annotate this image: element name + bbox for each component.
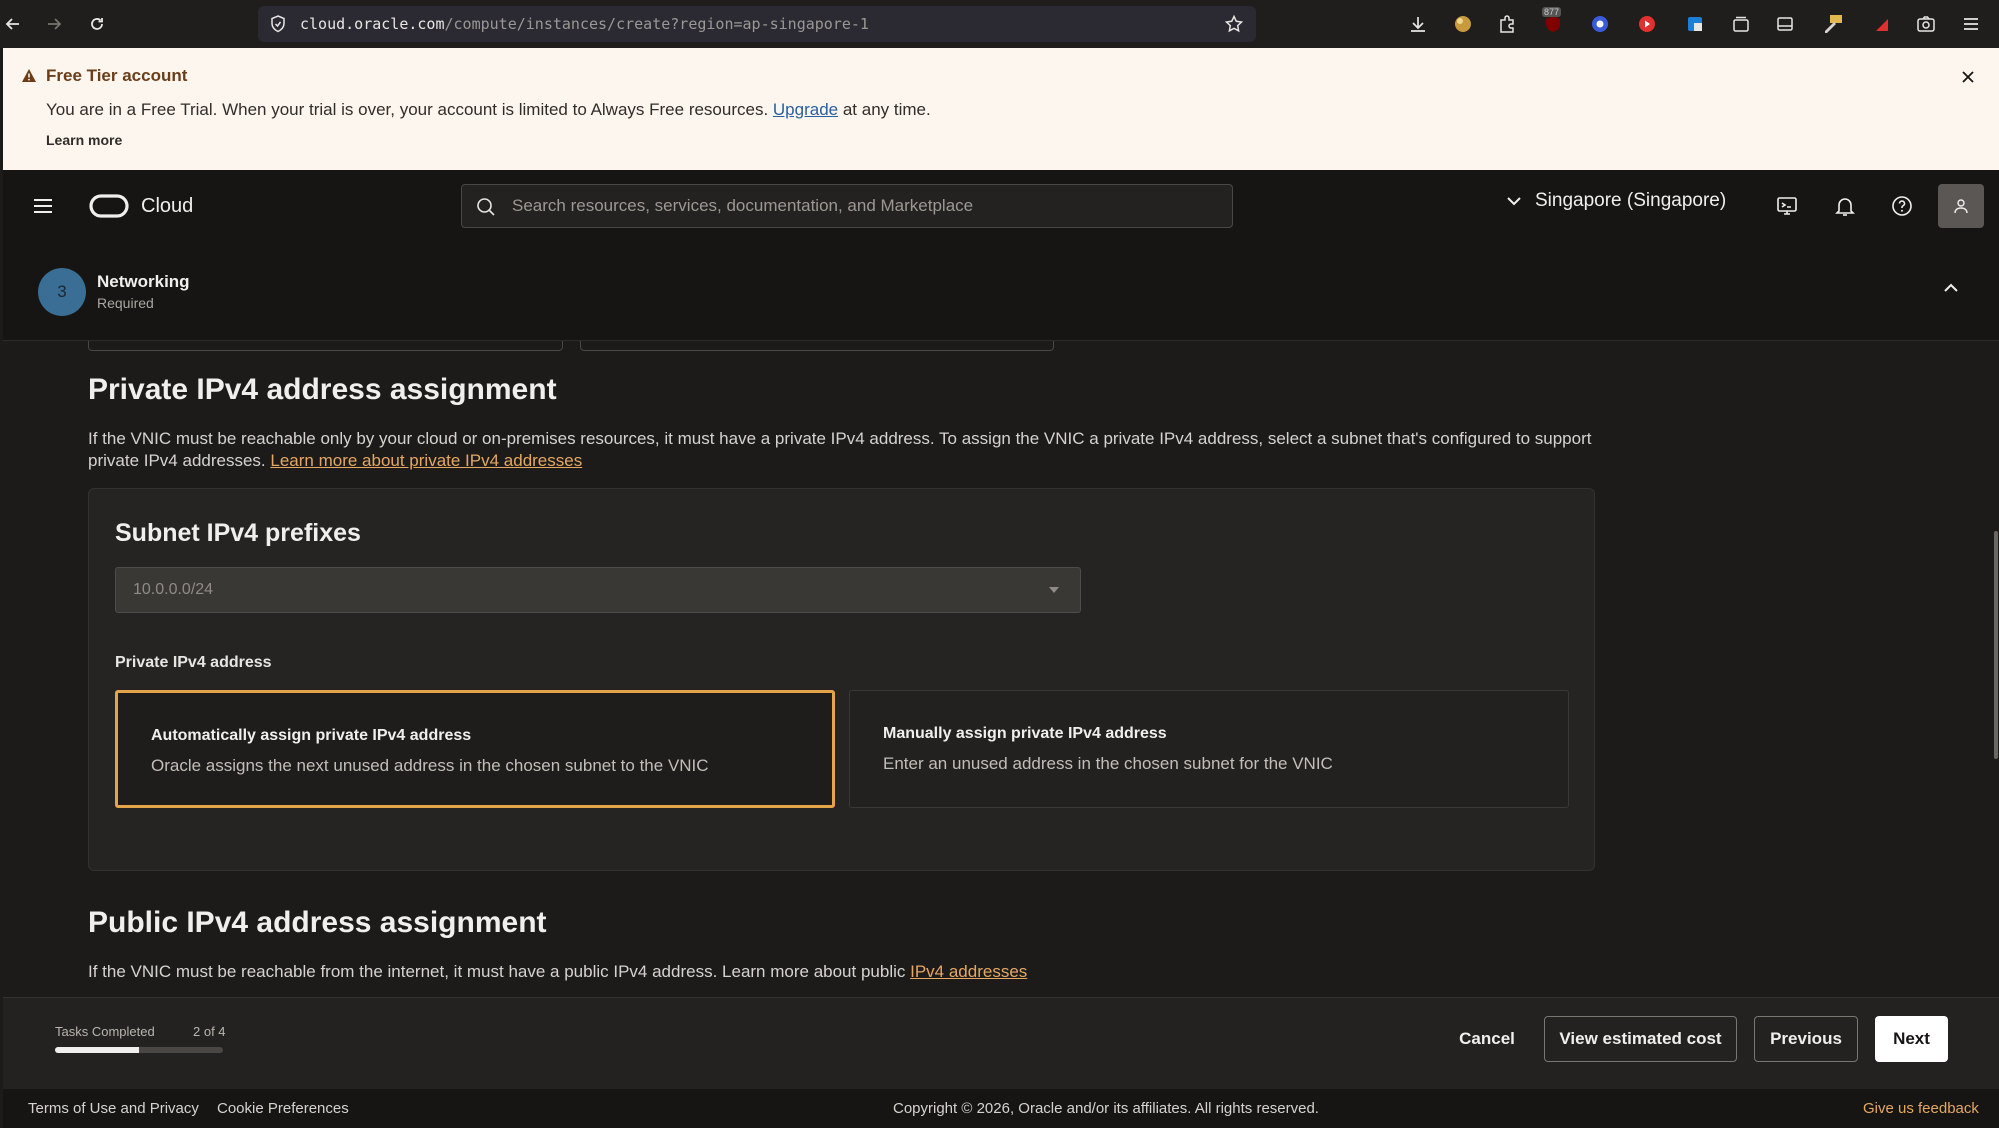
search-input[interactable] xyxy=(510,185,1210,227)
banner-title: Free Tier account xyxy=(46,66,188,85)
banner-message-suffix: at any time. xyxy=(838,100,931,119)
extension-red-flag-icon[interactable] xyxy=(1869,11,1895,37)
public-ipv4-description: If the VNIC must be reachable from the i… xyxy=(88,961,1608,983)
subnet-prefix-value: 10.0.0.0/24 xyxy=(133,581,214,598)
oracle-logo-icon xyxy=(89,194,129,218)
youtube-extension-icon[interactable] xyxy=(1634,11,1660,37)
extension-pen-icon[interactable] xyxy=(1820,11,1846,37)
upgrade-link[interactable]: Upgrade xyxy=(773,100,838,119)
brand-name: Cloud xyxy=(141,194,194,217)
ublock-icon[interactable]: 877 xyxy=(1540,7,1566,37)
previous-field-edge xyxy=(88,341,563,351)
previous-field-edge xyxy=(580,341,1054,351)
banner-learn-more-link[interactable]: Learn more xyxy=(46,132,122,148)
cancel-button[interactable]: Cancel xyxy=(1437,1016,1537,1062)
bookmark-star-icon[interactable] xyxy=(1224,14,1244,34)
private-ipv4-address-label: Private IPv4 address xyxy=(115,654,272,671)
wizard-footer: Tasks Completed 2 of 4 Cancel View estim… xyxy=(3,997,1999,1089)
option-title: Automatically assign private IPv4 addres… xyxy=(151,727,472,744)
browser-menu-icon[interactable] xyxy=(1958,11,1984,37)
region-name: Singapore (Singapore) xyxy=(1535,190,1727,211)
hamburger-menu-icon[interactable] xyxy=(31,194,55,218)
ipv4-addresses-link[interactable]: IPv4 addresses xyxy=(910,962,1027,981)
console-header: Cloud Singapore (Singapore) xyxy=(3,170,1999,242)
page-footer: Terms of Use and Privacy Cookie Preferen… xyxy=(3,1089,1999,1128)
extension-badge: 877 xyxy=(1542,7,1562,17)
subnet-prefix-select[interactable]: 10.0.0.0/24 xyxy=(115,567,1081,613)
chevron-down-icon xyxy=(1507,197,1521,206)
notifications-bell-icon[interactable] xyxy=(1831,192,1859,220)
help-icon[interactable] xyxy=(1888,192,1916,220)
search-bar[interactable] xyxy=(461,184,1233,228)
warning-icon xyxy=(21,68,37,83)
option-title: Manually assign private IPv4 address xyxy=(883,725,1167,742)
tasks-progress-fill xyxy=(55,1047,139,1053)
sidebar-icon[interactable] xyxy=(1772,11,1798,37)
back-icon[interactable] xyxy=(0,11,26,37)
main-content: Private IPv4 address assignment If the V… xyxy=(0,341,1999,997)
option-description: Enter an unused address in the chosen su… xyxy=(883,754,1333,773)
screenshot-icon[interactable] xyxy=(1913,11,1939,37)
private-ipv4-heading: Private IPv4 address assignment xyxy=(88,373,557,406)
previous-button[interactable]: Previous xyxy=(1754,1016,1858,1062)
banner-message-text: You are in a Free Trial. When your trial… xyxy=(46,100,773,119)
search-icon xyxy=(476,197,496,217)
networking-step-header[interactable]: 3 Networking Required xyxy=(3,242,1999,341)
container-tabs-icon[interactable] xyxy=(1728,11,1754,37)
tasks-completed-label: Tasks Completed xyxy=(55,1024,155,1039)
region-selector[interactable]: Singapore (Singapore) xyxy=(1505,190,1726,212)
copyright-text: Copyright © 2026, Oracle and/or its affi… xyxy=(893,1100,1319,1117)
subnet-prefixes-heading: Subnet IPv4 prefixes xyxy=(115,519,361,547)
site-info-icon[interactable] xyxy=(268,14,288,34)
terms-link[interactable]: Terms of Use and Privacy xyxy=(28,1100,199,1117)
url-text: cloud.oracle.com/compute/instances/creat… xyxy=(300,15,869,33)
view-estimated-cost-button[interactable]: View estimated cost xyxy=(1544,1016,1737,1062)
chevron-up-icon[interactable] xyxy=(1941,278,1961,298)
free-tier-banner: Free Tier account You are in a Free Tria… xyxy=(3,48,1999,170)
banner-message: You are in a Free Trial. When your trial… xyxy=(46,100,931,120)
option-description: Oracle assigns the next unused address i… xyxy=(151,756,709,775)
next-button[interactable]: Next xyxy=(1875,1016,1948,1062)
public-ipv4-heading: Public IPv4 address assignment xyxy=(88,906,547,939)
step-subtitle: Required xyxy=(97,295,154,311)
tasks-completed-count: 2 of 4 xyxy=(193,1024,226,1039)
subnet-panel: Subnet IPv4 prefixes 10.0.0.0/24 Private… xyxy=(88,488,1595,871)
forward-icon[interactable] xyxy=(41,11,67,37)
downloads-icon[interactable] xyxy=(1405,11,1431,37)
address-bar[interactable]: cloud.oracle.com/compute/instances/creat… xyxy=(258,6,1256,42)
tasks-progress-bar xyxy=(55,1047,223,1053)
extension-shield-icon[interactable] xyxy=(1682,11,1708,37)
step-title: Networking xyxy=(97,272,190,291)
extension-circle-icon[interactable] xyxy=(1587,11,1613,37)
step-number-badge: 3 xyxy=(38,268,86,316)
close-icon[interactable] xyxy=(1955,64,1981,90)
dropdown-caret-icon xyxy=(1048,586,1060,594)
feedback-link[interactable]: Give us feedback xyxy=(1863,1100,1979,1117)
profile-avatar[interactable] xyxy=(1938,184,1984,228)
cloud-shell-icon[interactable] xyxy=(1773,192,1801,220)
extension-ball-icon[interactable] xyxy=(1450,11,1476,37)
auto-assign-option[interactable]: Automatically assign private IPv4 addres… xyxy=(115,690,835,808)
page-scrollbar[interactable] xyxy=(1994,531,1998,759)
learn-more-private-ipv4-link[interactable]: Learn more about private IPv4 addresses xyxy=(270,451,582,470)
oracle-cloud-logo[interactable]: Cloud xyxy=(89,194,193,218)
manual-assign-option[interactable]: Manually assign private IPv4 address Ent… xyxy=(849,690,1569,808)
extensions-puzzle-icon[interactable] xyxy=(1494,11,1520,37)
private-ipv4-description: If the VNIC must be reachable only by yo… xyxy=(88,428,1608,472)
reload-icon[interactable] xyxy=(84,11,110,37)
browser-toolbar: cloud.oracle.com/compute/instances/creat… xyxy=(0,0,1999,48)
public-ipv4-description-text: If the VNIC must be reachable from the i… xyxy=(88,962,911,981)
user-icon xyxy=(1954,199,1968,214)
cookie-preferences-link[interactable]: Cookie Preferences xyxy=(217,1100,349,1117)
